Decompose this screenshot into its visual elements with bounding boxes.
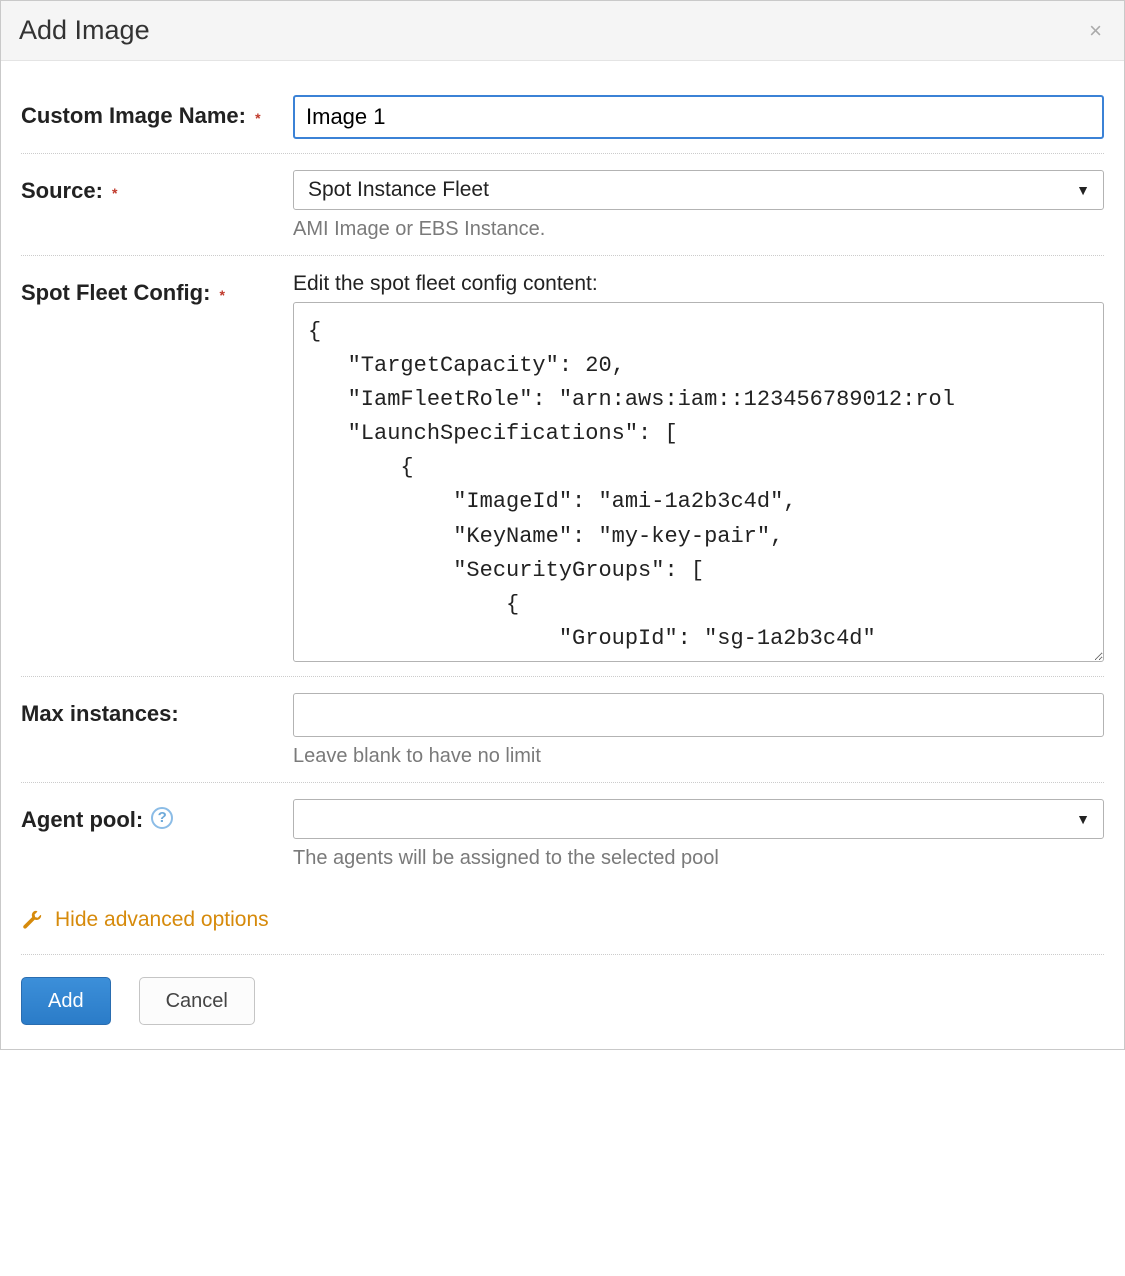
agent-pool-helper: The agents will be assigned to the selec… — [293, 847, 1104, 870]
help-icon[interactable]: ? — [151, 807, 173, 829]
close-icon[interactable]: × — [1089, 20, 1102, 42]
row-max-instances: Max instances: Leave blank to have no li… — [21, 677, 1104, 783]
dialog-body: Custom Image Name: * Source: * Spot Inst… — [1, 61, 1124, 1049]
cancel-button[interactable]: Cancel — [139, 977, 255, 1025]
label-source: Source: * — [21, 170, 293, 206]
max-instances-helper: Leave blank to have no limit — [293, 745, 1104, 768]
dialog-header: Add Image × — [1, 1, 1124, 61]
spot-fleet-config-sublabel: Edit the spot fleet config content: — [293, 272, 1104, 296]
dialog-footer: Add Cancel — [21, 954, 1104, 1025]
custom-image-name-input[interactable] — [293, 95, 1104, 139]
row-custom-image-name: Custom Image Name: * — [21, 79, 1104, 154]
required-marker: * — [255, 110, 260, 126]
label-custom-image-name: Custom Image Name: * — [21, 95, 293, 131]
source-select[interactable]: Spot Instance Fleet — [293, 170, 1104, 210]
agent-pool-select[interactable] — [293, 799, 1104, 839]
label-agent-pool: Agent pool: ? — [21, 799, 293, 835]
row-agent-pool: Agent pool: ? ▼ The agents will be assig… — [21, 783, 1104, 884]
hide-advanced-options-link[interactable]: Hide advanced options — [21, 908, 269, 932]
row-source: Source: * Spot Instance Fleet ▼ AMI Imag… — [21, 154, 1104, 256]
row-spot-fleet-config: Spot Fleet Config: * Edit the spot fleet… — [21, 256, 1104, 677]
max-instances-input[interactable] — [293, 693, 1104, 737]
source-helper: AMI Image or EBS Instance. — [293, 218, 1104, 241]
add-button[interactable]: Add — [21, 977, 111, 1025]
spot-fleet-config-textarea[interactable] — [293, 302, 1104, 662]
dialog-title: Add Image — [19, 15, 150, 46]
label-spot-fleet-config: Spot Fleet Config: * — [21, 272, 293, 308]
add-image-dialog: Add Image × Custom Image Name: * Source:… — [0, 0, 1125, 1050]
wrench-icon — [21, 909, 43, 931]
required-marker: * — [220, 287, 225, 303]
label-max-instances: Max instances: — [21, 693, 293, 729]
required-marker: * — [112, 185, 117, 201]
